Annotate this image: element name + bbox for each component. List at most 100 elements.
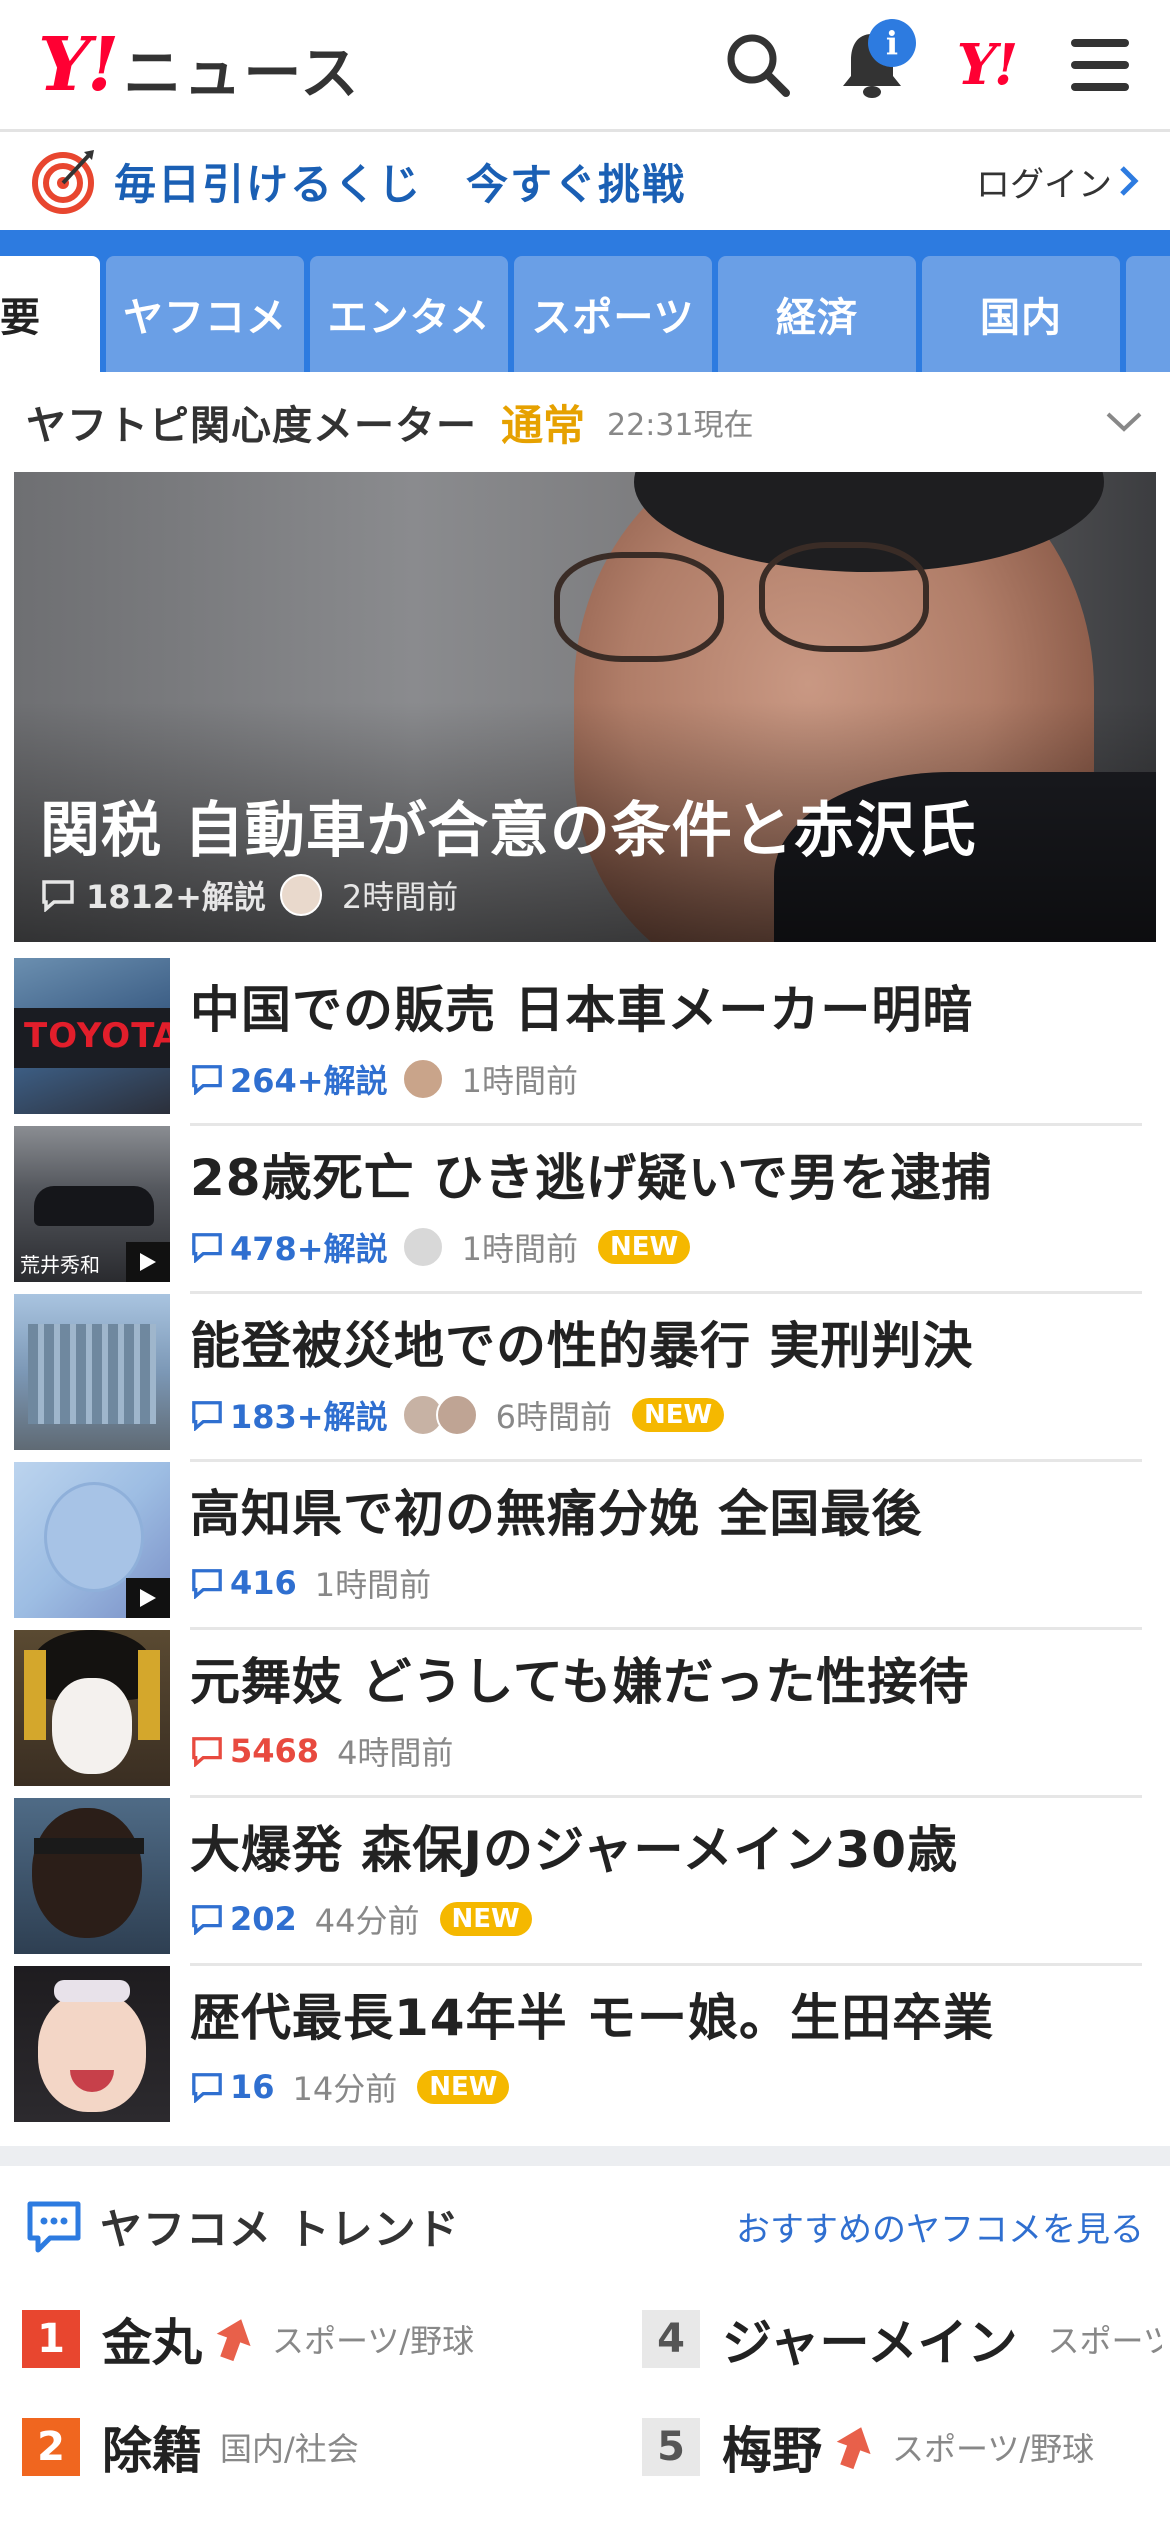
trend-category: スポーツ/サッカー <box>1047 2322 1163 2360</box>
category-tabs: 要 ヤフコメ エンタメ スポーツ 経済 国内 <box>0 238 1170 372</box>
news-time: 14分前 <box>292 2070 398 2108</box>
news-time: 1時間前 <box>314 1566 432 1604</box>
comment-icon <box>42 880 74 912</box>
comment-icon <box>192 1569 222 1599</box>
news-thumbnail: 荒井秀和 <box>14 1126 170 1282</box>
top-story[interactable]: 関税 自動車が合意の条件と赤沢氏 1812+解説 2時間前 <box>14 472 1156 942</box>
rank-badge: 2 <box>22 2418 80 2476</box>
comment-count-text: 478+解説 <box>230 1230 388 1268</box>
lottery-banner[interactable]: 毎日引けるくじ 今すぐ挑戦 ログイン <box>0 132 1170 238</box>
target-icon <box>32 150 94 214</box>
list-item[interactable]: 能登被災地での性的暴行 実刑判決 183+解説 6時間前 NEW <box>0 1294 1170 1462</box>
list-item[interactable]: 高知県で初の無痛分娩 全国最後 416 1時間前 <box>0 1462 1170 1630</box>
news-thumbnail <box>14 1294 170 1450</box>
trend-category: スポーツ/野球 <box>892 2430 1095 2468</box>
trend-category: 国内/社会 <box>220 2430 359 2468</box>
comment-count: 16 <box>190 2068 275 2106</box>
news-time: 4時間前 <box>337 1734 454 1772</box>
news-title: 能登被災地での性的暴行 実刑判決 <box>190 1317 974 1375</box>
interest-meter[interactable]: ヤフトピ関心度メーター 通常 22:31現在 <box>0 372 1170 472</box>
tab-entertainment[interactable]: エンタメ <box>310 256 508 372</box>
tab-label: 経済 <box>776 295 858 341</box>
tab-sports[interactable]: スポーツ <box>514 256 712 372</box>
section-divider <box>0 2146 1170 2166</box>
comment-icon <box>192 1233 222 1263</box>
bell-icon[interactable]: i <box>832 18 916 105</box>
news-title: 中国での販売 日本車メーカー明暗 <box>190 981 974 1039</box>
rank-badge: 1 <box>22 2310 80 2368</box>
comment-icon <box>192 1065 222 1095</box>
yahoo-top-link[interactable]: Y! <box>946 25 1026 105</box>
news-title: 大爆発 森保Jのジャーメイン30歳 <box>190 1821 959 1879</box>
trend-list: 1 金丸 スポーツ/野球 4 ジャーメイン スポーツ/サッカー 2 除籍 国内/… <box>0 2257 1170 2501</box>
new-badge: NEW <box>439 1902 532 1936</box>
logo-text: ニュース <box>123 38 361 107</box>
list-item[interactable]: TOYOTA 中国での販売 日本車メーカー明暗 264+解説 1時間前 <box>0 958 1170 1126</box>
tab-label: エンタメ <box>327 295 491 341</box>
trend-word: 除籍 <box>102 2422 202 2480</box>
play-icon <box>126 1578 170 1618</box>
recommended-comments-link[interactable]: おすすめのヤフコメを見る <box>736 2202 1144 2251</box>
comment-count-text: 16 <box>230 2068 275 2106</box>
tab-label: スポーツ <box>531 295 695 341</box>
trend-word: ジャーメイン <box>722 2314 1018 2372</box>
thumb-text: 荒井秀和 <box>20 1253 100 1277</box>
thumb-face <box>32 1808 142 1938</box>
tab-domestic[interactable]: 国内 <box>922 256 1120 372</box>
comment-count: 183+解説 <box>190 1392 388 1438</box>
new-badge: NEW <box>632 1398 725 1432</box>
login-label: ログイン <box>976 164 1112 205</box>
news-title: 元舞妓 どうしても嫌だった性接待 <box>190 1653 970 1711</box>
story-time: 2時間前 <box>341 878 459 916</box>
news-list: TOYOTA 中国での販売 日本車メーカー明暗 264+解説 1時間前 荒井秀和… <box>0 958 1170 2134</box>
news-time: 44分前 <box>314 1902 420 1940</box>
trend-item[interactable]: 5 梅野 スポーツ/野球 <box>642 2393 1162 2501</box>
chevron-down-icon[interactable] <box>1104 410 1144 434</box>
list-item[interactable]: 大爆発 森保Jのジャーメイン30歳 202 44分前 NEW <box>0 1798 1170 1966</box>
tab-more[interactable] <box>1126 256 1170 372</box>
search-icon[interactable] <box>718 25 798 105</box>
yahoo-mark: Y! <box>956 31 1019 98</box>
news-thumbnail <box>14 1798 170 1954</box>
rank-badge: 4 <box>642 2310 700 2368</box>
menu-icon[interactable] <box>1060 25 1140 105</box>
tab-main[interactable]: 要 <box>0 256 100 372</box>
trend-word: 金丸 <box>102 2314 202 2372</box>
news-title: 高知県で初の無痛分娩 全国最後 <box>190 1485 923 1543</box>
avatar <box>401 1226 444 1268</box>
tab-label: 要 <box>0 295 41 341</box>
comment-icon <box>192 1905 222 1935</box>
comment-count-text: 416 <box>230 1564 297 1602</box>
avatar <box>435 1394 478 1436</box>
news-thumbnail <box>14 1966 170 2122</box>
comment-count-text: 5468 <box>230 1732 320 1770</box>
trend-title: ヤフコメ トレンド <box>100 2205 460 2254</box>
rank-badge: 5 <box>642 2418 700 2476</box>
tab-economy[interactable]: 経済 <box>718 256 916 372</box>
login-link[interactable]: ログイン <box>976 157 1140 206</box>
hero-photo-detail <box>554 552 724 662</box>
tab-yahoo-comments[interactable]: ヤフコメ <box>106 256 304 372</box>
logo-mark: Y! <box>38 21 119 108</box>
thumb-headband <box>34 1838 144 1854</box>
trend-item[interactable]: 1 金丸 スポーツ/野球 <box>22 2285 642 2393</box>
news-thumbnail <box>14 1630 170 1786</box>
list-item[interactable]: 荒井秀和 28歳死亡 ひき逃げ疑いで男を逮捕 478+解説 1時間前 NEW <box>0 1126 1170 1294</box>
trend-item[interactable]: 4 ジャーメイン スポーツ/サッカー <box>642 2285 1162 2393</box>
trend-header: ヤフコメ トレンド おすすめのヤフコメを見る <box>0 2166 1170 2257</box>
thumb-face <box>52 1678 132 1774</box>
news-time: 1時間前 <box>461 1062 578 1100</box>
top-story-meta: 1812+解説 2時間前 <box>40 872 458 918</box>
hero-photo-detail <box>759 542 929 652</box>
list-item[interactable]: 元舞妓 どうしても嫌だった性接待 5468 4時間前 <box>0 1630 1170 1798</box>
trend-item[interactable]: 2 除籍 国内/社会 <box>22 2393 642 2501</box>
comment-count: 5468 <box>190 1732 319 1770</box>
tab-label: 国内 <box>980 295 1062 341</box>
thumb-ornament <box>24 1650 46 1740</box>
comment-count: 1812+解説 <box>86 878 266 916</box>
yahoo-news-logo[interactable]: Y! ニュース <box>38 28 360 102</box>
chevron-right-icon <box>1120 166 1139 196</box>
comment-count-text: 264+解説 <box>230 1062 388 1100</box>
comment-icon <box>192 1737 222 1767</box>
list-item[interactable]: 歴代最長14年半 モー娘。生田卒業 16 14分前 NEW <box>0 1966 1170 2134</box>
